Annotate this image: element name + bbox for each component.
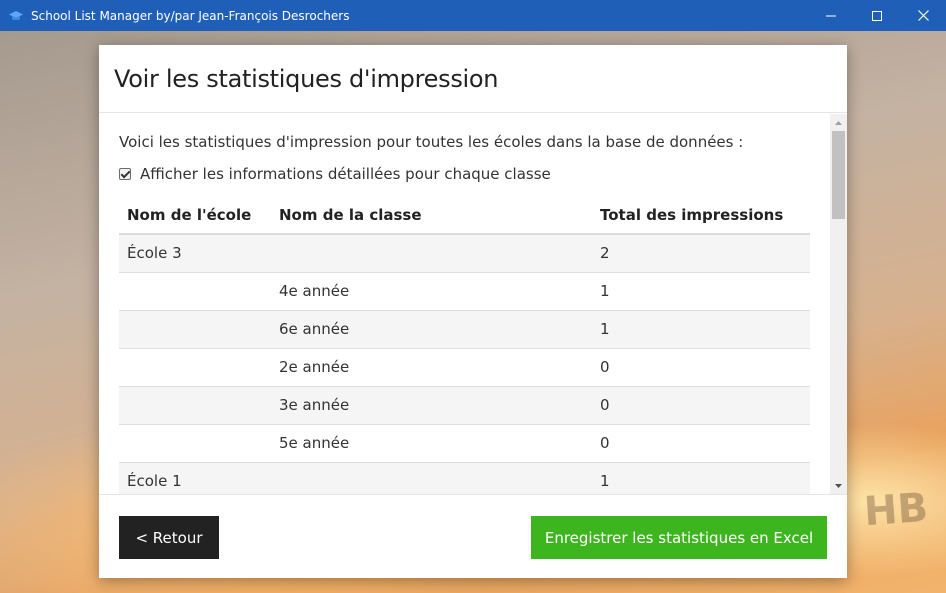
dialog-header: Voir les statistiques d'impression <box>99 45 847 113</box>
school-cell <box>119 385 271 424</box>
dialog-title: Voir les statistiques d'impression <box>114 64 499 93</box>
total-cell: 0 <box>592 385 810 424</box>
table-row: 6e année 1 <box>119 309 810 348</box>
table-row: 2e année 0 <box>119 347 810 386</box>
detail-checkbox-label: Afficher les informations détaillées pou… <box>140 165 551 183</box>
school-cell <box>119 423 271 462</box>
table-row: École 3 2 <box>119 233 810 272</box>
scroll-up-button[interactable] <box>830 114 847 131</box>
save-excel-button[interactable]: Enregistrer les statistiques en Excel <box>531 516 827 559</box>
total-cell: 0 <box>592 347 810 386</box>
scroll-thumb[interactable] <box>832 131 845 219</box>
dialog-footer: < Retour Enregistrer les statistiques en… <box>99 494 847 578</box>
close-icon <box>917 10 929 21</box>
window-title: School List Manager by/par Jean-François… <box>31 8 350 23</box>
total-cell: 1 <box>592 271 810 310</box>
statistics-dialog: Voir les statistiques d'impression Voici… <box>99 45 847 578</box>
dialog-content: Voici les statistiques d'impression pour… <box>99 114 847 494</box>
pencil-mark-text: HB <box>862 484 930 536</box>
maximize-icon <box>872 10 882 21</box>
total-cell: 0 <box>592 423 810 462</box>
minimize-button[interactable] <box>808 0 854 31</box>
close-button[interactable] <box>900 0 946 31</box>
total-cell: 1 <box>592 309 810 348</box>
table-row: École 1 1 <box>119 461 810 494</box>
school-cell: École 3 <box>119 233 271 272</box>
class-cell: 3e année <box>271 385 592 424</box>
scroll-down-arrow-icon <box>835 483 842 488</box>
header-total-prints: Total des impressions <box>592 196 810 235</box>
vertical-scrollbar[interactable] <box>830 114 847 494</box>
statistics-table: Nom de l'école Nom de la classe Total de… <box>119 196 810 494</box>
graduation-cap-icon <box>9 10 23 20</box>
table-row: 3e année 0 <box>119 385 810 424</box>
table-header-row: Nom de l'école Nom de la classe Total de… <box>119 196 810 235</box>
school-cell: École 1 <box>119 461 271 494</box>
total-cell: 1 <box>592 461 810 494</box>
class-cell: 4e année <box>271 271 592 310</box>
back-button[interactable]: < Retour <box>119 516 219 559</box>
window-titlebar: School List Manager by/par Jean-François… <box>0 0 946 31</box>
class-cell: 6e année <box>271 309 592 348</box>
table-row: 4e année 1 <box>119 271 810 310</box>
school-cell <box>119 347 271 386</box>
table-row: 5e année 0 <box>119 423 810 462</box>
class-cell: 2e année <box>271 347 592 386</box>
school-cell <box>119 309 271 348</box>
maximize-button[interactable] <box>854 0 900 31</box>
class-cell: 5e année <box>271 423 592 462</box>
class-cell <box>271 233 592 272</box>
detail-checkbox-row[interactable]: Afficher les informations détaillées pou… <box>119 165 551 183</box>
intro-text: Voici les statistiques d'impression pour… <box>119 133 744 151</box>
scroll-up-arrow-icon <box>835 120 842 125</box>
minimize-icon <box>826 15 836 16</box>
class-cell <box>271 461 592 494</box>
school-cell <box>119 271 271 310</box>
scroll-down-button[interactable] <box>830 477 847 494</box>
header-class-name: Nom de la classe <box>271 196 592 235</box>
header-school-name: Nom de l'école <box>119 196 271 235</box>
total-cell: 2 <box>592 233 810 272</box>
detail-checkbox[interactable] <box>119 168 131 180</box>
